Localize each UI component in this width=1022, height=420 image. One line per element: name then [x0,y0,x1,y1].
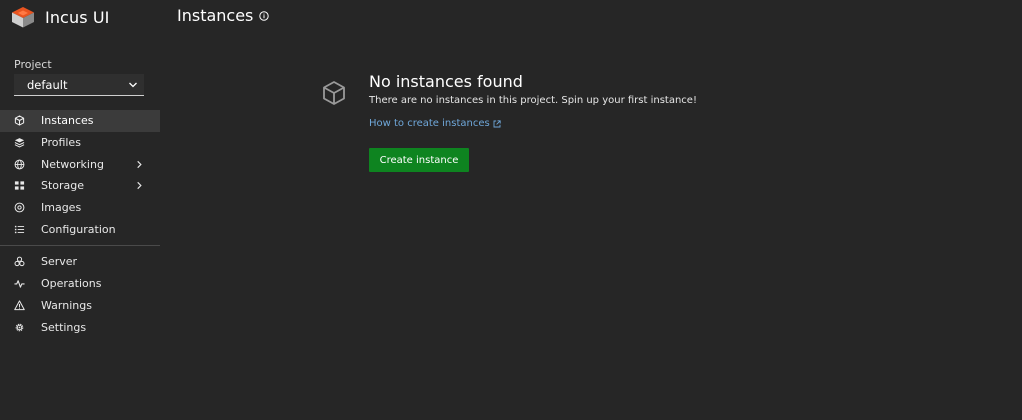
sidebar-item-label: Networking [41,157,104,171]
configuration-icon [14,224,25,235]
networking-icon [14,159,25,170]
brand[interactable]: Incus UI [10,5,109,29]
sidebar-item-storage[interactable]: Storage [0,175,160,197]
nav-divider [0,245,160,247]
sidebar-item-networking[interactable]: Networking [0,153,160,175]
sidebar-item-operations[interactable]: Operations [0,273,160,295]
link-label: How to create instances [369,118,490,129]
incus-logo-icon [12,7,34,28]
storage-icon [14,180,25,191]
sidebar-item-label: Instances [41,114,94,128]
chevron-right-icon[interactable] [135,160,144,169]
sidebar-item-label: Profiles [41,136,81,150]
info-icon[interactable] [259,10,270,21]
sidebar-nav: Instances Profiles Networking Storage Im… [0,110,160,338]
sidebar-item-warnings[interactable]: Warnings [0,295,160,317]
sidebar: Incus UI Project default Instances Profi… [0,0,160,420]
empty-state-title: No instances found [369,72,523,91]
sidebar-item-label: Settings [41,320,87,334]
sidebar-item-instances[interactable]: Instances [0,110,160,132]
operations-icon [14,278,25,289]
how-to-create-instances-link[interactable]: How to create instances [369,118,501,129]
sidebar-item-label: Storage [41,179,85,193]
project-selected-value: default [27,77,68,92]
create-instance-button[interactable]: Create instance [369,148,469,172]
sidebar-item-configuration[interactable]: Configuration [0,218,160,240]
empty-state-text: There are no instances in this project. … [369,95,697,106]
profiles-icon [14,137,25,148]
server-icon [14,256,25,267]
external-link-icon [493,119,501,127]
instances-icon [14,115,25,126]
gear-icon [14,322,25,333]
app-name: Incus UI [45,7,110,27]
project-label: Project [14,58,52,71]
sidebar-item-profiles[interactable]: Profiles [0,132,160,154]
project-select[interactable]: default [14,74,144,96]
page-title: Instances [177,6,270,25]
sidebar-item-images[interactable]: Images [0,197,160,219]
sidebar-item-label: Operations [41,277,102,291]
sidebar-item-label: Configuration [41,222,116,236]
images-icon [14,202,25,213]
sidebar-item-label: Server [41,255,78,269]
sidebar-item-label: Images [41,201,82,215]
sidebar-item-server[interactable]: Server [0,251,160,273]
page-title-text: Instances [177,6,254,25]
chevron-down-icon [129,82,137,87]
instances-empty-icon [323,81,345,105]
sidebar-item-label: Warnings [41,298,92,312]
warning-icon [14,300,25,311]
sidebar-item-settings[interactable]: Settings [0,316,160,338]
chevron-right-icon[interactable] [135,181,144,190]
